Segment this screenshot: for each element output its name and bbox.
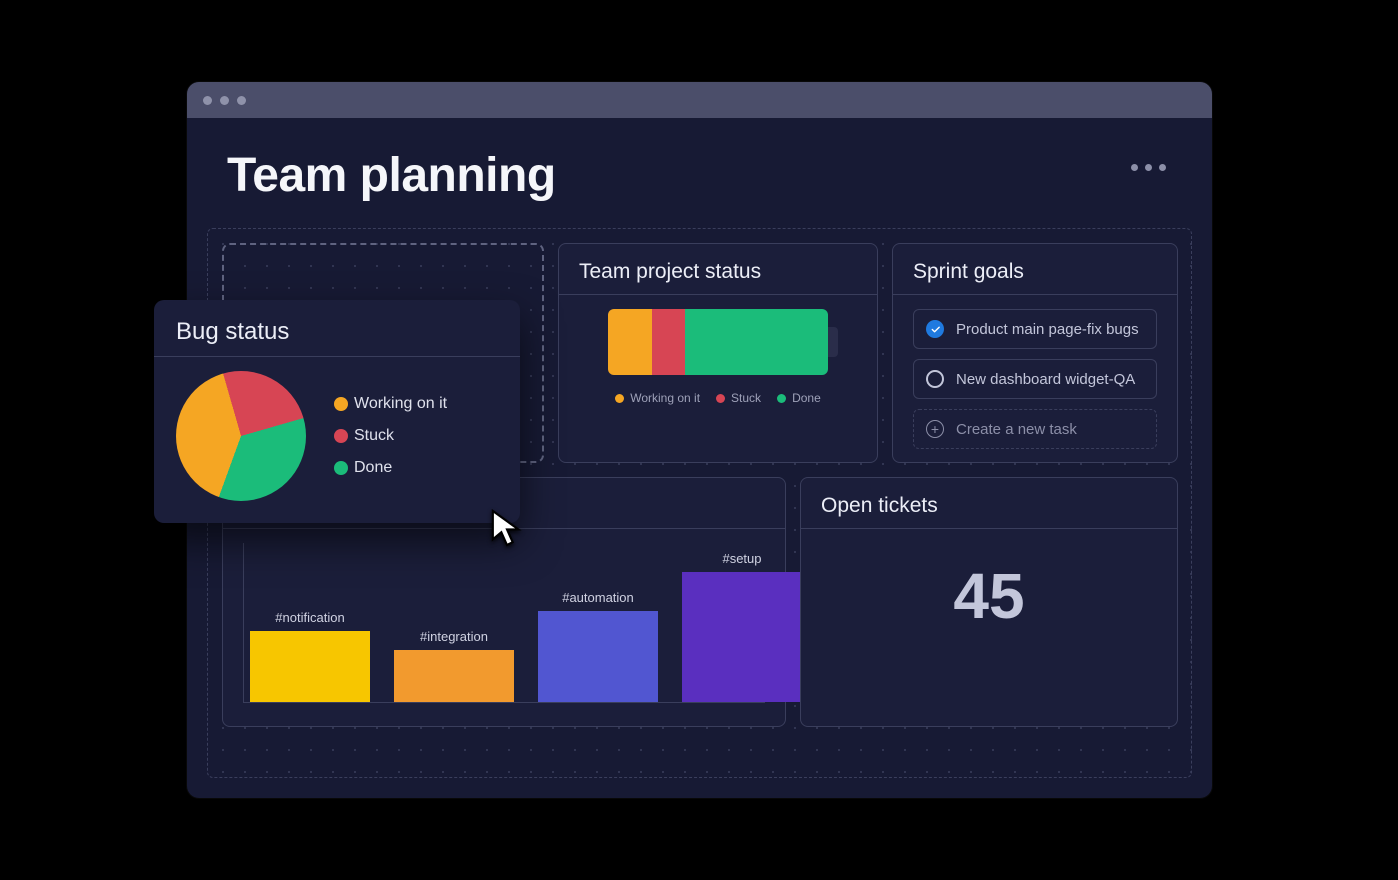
legend: Working on it Stuck Done xyxy=(334,395,447,477)
checkbox-unchecked-icon[interactable] xyxy=(926,370,944,388)
legend: Working on it Stuck Done xyxy=(615,391,821,405)
bar xyxy=(394,650,514,702)
goal-item[interactable]: Product main page-fix bugs xyxy=(913,309,1157,349)
widget-sprint-goals[interactable]: Sprint goals Product main page-fix bugs … xyxy=(892,243,1178,463)
widget-title: Bug status xyxy=(176,318,498,346)
window-titlebar xyxy=(187,82,1212,118)
bar-label: #setup xyxy=(722,551,761,566)
bar-label: #automation xyxy=(562,590,634,605)
bar xyxy=(682,572,802,702)
battery-chart xyxy=(608,309,828,375)
widget-title: Team project status xyxy=(579,260,857,284)
goal-label: New dashboard widget-QA xyxy=(956,371,1135,388)
legend-label: Stuck xyxy=(354,427,394,445)
legend-label: Stuck xyxy=(731,391,761,405)
widget-title: Sprint goals xyxy=(913,260,1157,284)
bar-label: #notification xyxy=(275,610,344,625)
legend-label: Done xyxy=(792,391,821,405)
page-title: Team planning xyxy=(227,148,1172,203)
legend-label: Done xyxy=(354,459,392,477)
widget-open-tickets[interactable]: Open tickets 45 xyxy=(800,477,1178,727)
goal-item[interactable]: New dashboard widget-QA xyxy=(913,359,1157,399)
mouse-cursor-icon xyxy=(490,508,524,553)
window-control-close-icon[interactable] xyxy=(203,96,212,105)
legend-label: Working on it xyxy=(354,395,447,413)
more-options-button[interactable] xyxy=(1131,164,1166,171)
create-task-label: Create a new task xyxy=(956,421,1077,438)
checkbox-checked-icon[interactable] xyxy=(926,320,944,338)
widget-title: Open tickets xyxy=(821,494,1157,518)
bar-chart: #notification #integration #automation xyxy=(243,543,765,703)
create-task-button[interactable]: Create a new task xyxy=(913,409,1157,449)
pie-chart xyxy=(176,371,306,501)
bar xyxy=(250,631,370,703)
window-control-max-icon[interactable] xyxy=(237,96,246,105)
legend-label: Working on it xyxy=(630,391,700,405)
window-control-min-icon[interactable] xyxy=(220,96,229,105)
bar-label: #integration xyxy=(420,629,488,644)
goal-label: Product main page-fix bugs xyxy=(956,321,1139,338)
bar xyxy=(538,611,658,702)
widget-team-project-status[interactable]: Team project status Working on it Stuck xyxy=(558,243,878,463)
plus-icon xyxy=(926,420,944,438)
open-tickets-count: 45 xyxy=(821,559,1157,633)
widget-bug-status-dragging[interactable]: Bug status Working on it Stuck Done xyxy=(154,300,520,523)
